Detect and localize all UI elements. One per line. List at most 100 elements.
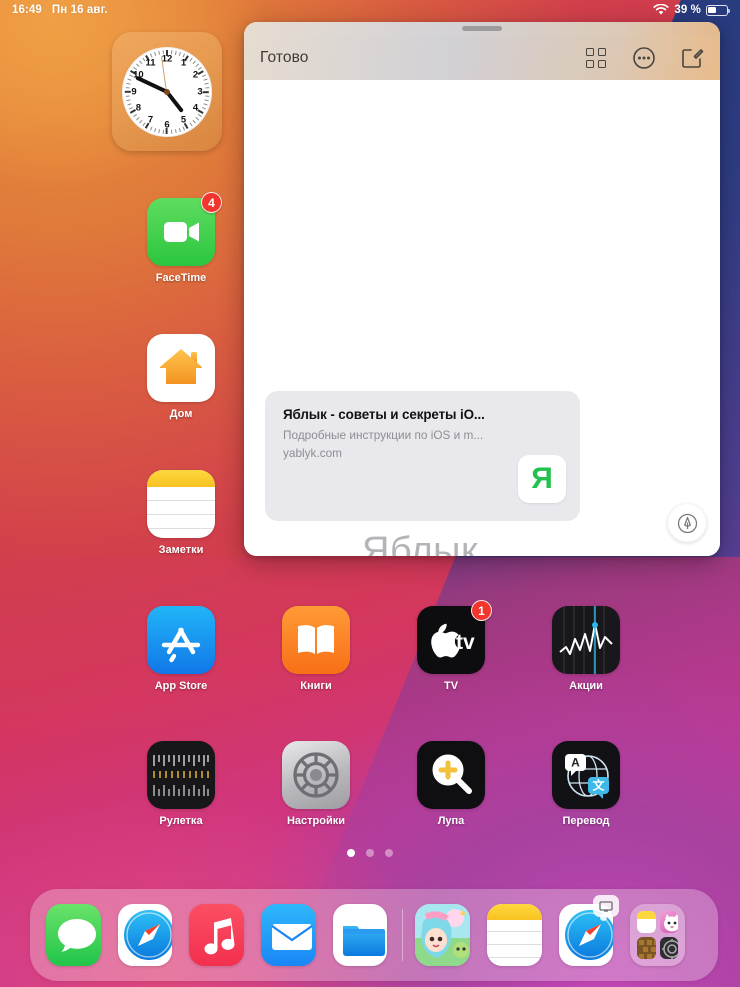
clock-numeral: 3: [197, 86, 203, 97]
clock-tick: [153, 51, 156, 56]
sheet-grabber-area[interactable]: [244, 22, 720, 36]
clock-numeral: 12: [161, 53, 173, 64]
settings-gear-icon: [282, 741, 350, 809]
clock-tick: [135, 63, 140, 67]
books-icon: [282, 606, 350, 674]
clock-tick: [201, 73, 206, 77]
app-icon-appstore[interactable]: App Store: [133, 606, 229, 692]
dock-recent-game[interactable]: [415, 904, 470, 966]
clock-tick: [197, 108, 204, 114]
page-indicator-dots[interactable]: [0, 849, 740, 857]
page-dot-3[interactable]: [385, 849, 393, 857]
stocks-icon: [552, 606, 620, 674]
grid-view-icon[interactable]: [584, 46, 608, 70]
home-icon: [147, 334, 215, 402]
link-card-thumbnail: Я: [518, 455, 566, 503]
magnifier-label: Лупа: [437, 815, 465, 827]
link-card-title: Яблык - советы и секреты iO...: [283, 407, 485, 422]
app-icon-tv[interactable]: tv 1 TV: [403, 600, 499, 692]
clock-tick: [178, 51, 181, 56]
app-icon-stocks[interactable]: Акции: [538, 606, 634, 692]
markup-button[interactable]: [668, 504, 706, 542]
app-icon-facetime[interactable]: 4 FaceTime: [133, 192, 229, 284]
app-icon-measure[interactable]: Рулетка: [133, 741, 229, 827]
app-icon-books[interactable]: Книги: [268, 606, 364, 692]
status-bar: 16:49 Пн 16 авг. 39 %: [0, 0, 740, 20]
clock-tick: [188, 57, 193, 62]
clock-tick: [125, 94, 130, 97]
tv-icon-wrap: tv 1: [417, 600, 492, 674]
dock-item-files[interactable]: [332, 904, 388, 966]
dock-recent-folder[interactable]: [630, 904, 686, 966]
clock-tick: [125, 82, 130, 85]
clock-numeral: 4: [192, 102, 199, 114]
dock-recent-safari[interactable]: [558, 895, 620, 966]
folder-mini-notes: [637, 911, 656, 933]
dock-item-messages[interactable]: [46, 904, 101, 966]
clock-tick: [202, 78, 208, 81]
appstore-icon-wrap: [147, 606, 215, 674]
app-icon-settings[interactable]: Настройки: [268, 741, 364, 827]
app-icon-home[interactable]: Дом: [133, 334, 229, 420]
home-label: Дом: [169, 408, 193, 420]
clock-tick: [141, 121, 146, 126]
measure-label: Рулетка: [159, 815, 203, 827]
notes-sheet: Готово Яблык - советы и секреты iO... По…: [244, 22, 720, 556]
clock-tick: [174, 128, 177, 133]
wifi-icon: [653, 4, 669, 15]
link-preview-card[interactable]: Яблык - советы и секреты iO... Подробные…: [265, 391, 580, 521]
clock-tick: [125, 98, 130, 101]
dock-item-safari[interactable]: [117, 904, 173, 966]
app-icon-notes[interactable]: Заметки: [133, 470, 229, 556]
page-dot-2[interactable]: [366, 849, 374, 857]
settings-icon-wrap: [282, 741, 350, 809]
clock-tick: [125, 90, 131, 93]
clock-tick: [135, 116, 140, 120]
battery-icon: [706, 4, 731, 16]
clock-tick: [194, 116, 199, 120]
note-text-content[interactable]: Яблык: [362, 530, 478, 556]
done-button[interactable]: Готово: [260, 49, 308, 67]
settings-label: Настройки: [286, 815, 346, 827]
clock-tick: [204, 98, 209, 101]
ipad-home-screen: 16:49 Пн 16 авг. 39 % 12 1 2 3 4 5 6 7 8 9 10 11: [0, 0, 740, 987]
facetime-label: FaceTime: [155, 272, 207, 284]
notes-icon-wrap: [147, 470, 215, 538]
clock-tick: [204, 86, 209, 89]
link-card-description: Подробные инструкции по iOS и m...: [283, 428, 484, 442]
clock-widget[interactable]: 12 1 2 3 4 5 6 7 8 9 10 11: [112, 32, 222, 151]
app-icon-translate[interactable]: A 文 Перевод: [538, 741, 634, 827]
clock-tick: [202, 102, 208, 105]
notes-toolbar: Готово: [244, 36, 720, 80]
dock-recent-notes[interactable]: [487, 904, 542, 966]
clock-tick: [192, 59, 196, 64]
status-bar-left: 16:49 Пн 16 авг.: [12, 4, 108, 16]
clock-face: 12 1 2 3 4 5 6 7 8 9 10 11: [122, 46, 212, 137]
status-bar-right: 39 %: [653, 4, 731, 16]
folder-mini-cat: [659, 911, 679, 933]
handoff-badge-icon: [593, 895, 620, 921]
dock: [30, 889, 718, 981]
clock-tick: [197, 113, 202, 117]
more-options-icon[interactable]: [632, 46, 656, 70]
clock-numeral: 5: [180, 114, 187, 126]
clock-tick: [181, 126, 185, 131]
note-body[interactable]: Яблык - советы и секреты iO... Подробные…: [244, 80, 720, 556]
dock-item-music[interactable]: [189, 904, 245, 966]
clock-tick: [197, 69, 204, 75]
clock-numeral: 7: [147, 114, 154, 126]
sheet-grabber-handle[interactable]: [462, 26, 502, 31]
clock-tick: [204, 94, 209, 97]
magnifier-icon-wrap: [417, 741, 485, 809]
clock-tick: [174, 50, 177, 55]
books-label: Книги: [300, 680, 332, 692]
compose-icon[interactable]: [680, 46, 704, 70]
toolbar-icon-group: [584, 46, 704, 70]
clock-tick: [125, 86, 130, 89]
dock-item-mail[interactable]: [261, 904, 316, 966]
page-dot-1[interactable]: [347, 849, 355, 857]
stocks-icon-wrap: [552, 606, 620, 674]
notes-icon: [147, 470, 215, 538]
clock-tick: [204, 82, 209, 85]
app-icon-magnifier[interactable]: Лупа: [403, 741, 499, 827]
